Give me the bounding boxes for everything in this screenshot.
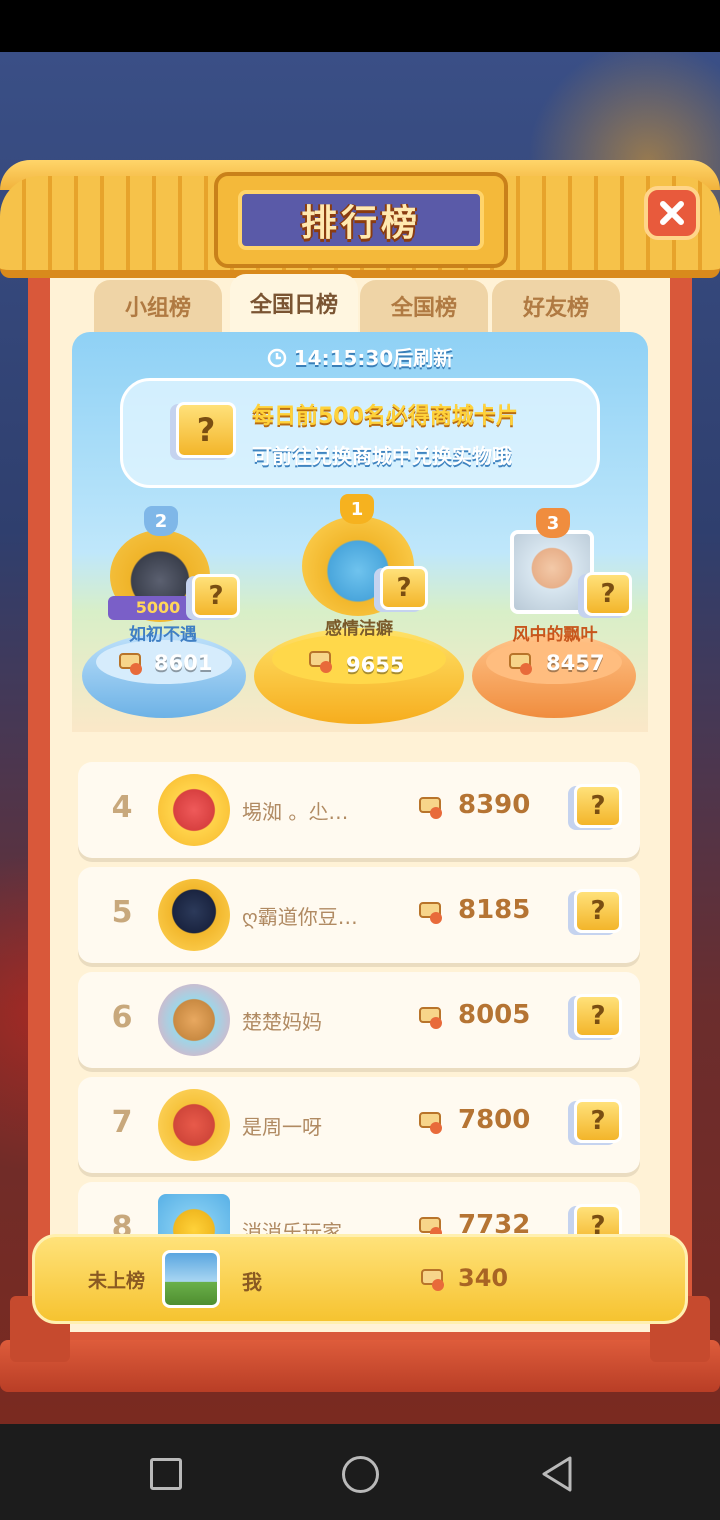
- tab-label: 全国榜: [390, 296, 457, 321]
- score-coin-icon: [419, 1007, 442, 1029]
- refresh-text: 14:15:30后刷新: [293, 346, 454, 370]
- card-symbol: ?: [600, 579, 616, 609]
- tab-national-daily[interactable]: 全国日榜: [230, 274, 358, 332]
- my-score: 340: [458, 1264, 509, 1292]
- row-score: 8390: [458, 790, 531, 820]
- table-row[interactable]: 4 埸洳 。尐… 8390 ?: [78, 762, 640, 858]
- score-coin-icon: [419, 797, 442, 819]
- row-name: 楚楚妈妈: [242, 1010, 322, 1034]
- card-symbol: ?: [590, 791, 606, 821]
- podium-score: 8457: [546, 651, 605, 675]
- title-plaque: 排行榜: [214, 172, 508, 268]
- row-name: 埸洳 。尐…: [242, 800, 349, 824]
- recent-apps-button[interactable]: [146, 1454, 186, 1494]
- score-coin-icon: [119, 653, 142, 675]
- avatar[interactable]: [158, 1089, 230, 1161]
- score-coin-icon: [309, 651, 332, 673]
- badge-text: 5000: [135, 598, 181, 617]
- score-coin-icon: [509, 653, 532, 675]
- row-score: 8185: [458, 895, 531, 925]
- mall-card-icon: ?: [574, 889, 622, 933]
- podium-rank: 3: [546, 512, 560, 534]
- mall-card-icon: ?: [176, 402, 236, 458]
- my-rank-status: 未上榜: [88, 1270, 146, 1292]
- back-button[interactable]: [538, 1454, 578, 1494]
- row-rank: 7: [111, 1105, 133, 1140]
- clock-icon: [267, 348, 287, 368]
- podium-name: 感情洁癖: [325, 619, 393, 639]
- card-symbol: ?: [590, 1106, 606, 1136]
- promo-line1: 每日前500名必得商城卡片: [252, 404, 518, 429]
- score-coin-icon: [419, 902, 442, 924]
- system-nav-bar: [0, 1424, 720, 1520]
- status-bar: [0, 0, 720, 52]
- score-coin-icon: [421, 1269, 444, 1291]
- close-icon: [660, 201, 684, 225]
- page-title: 排行榜: [300, 203, 421, 244]
- mall-card-icon: ?: [574, 784, 622, 828]
- podium-name: 风中的飘叶: [512, 625, 598, 645]
- avatar[interactable]: [158, 774, 230, 846]
- tab-label: 小组榜: [124, 296, 191, 321]
- row-score: 7800: [458, 1105, 531, 1135]
- mall-card-icon: ?: [574, 994, 622, 1038]
- card-symbol: ?: [590, 896, 606, 926]
- row-rank: 5: [111, 895, 133, 930]
- card-symbol: ?: [196, 411, 216, 449]
- row-rank: 4: [111, 790, 133, 825]
- avatar[interactable]: [158, 879, 230, 951]
- promo-line2: 可前往兑换商城中兑换实物哦: [252, 444, 512, 468]
- home-button[interactable]: [340, 1454, 380, 1494]
- mall-card-icon: ?: [192, 574, 240, 618]
- back-icon: [542, 1456, 572, 1492]
- podium-score: 9655: [346, 653, 405, 677]
- tab-group[interactable]: 小组榜: [94, 280, 222, 332]
- title-inner: 排行榜: [238, 190, 484, 250]
- row-name: 是周一呀: [242, 1115, 322, 1139]
- row-rank: 6: [111, 1000, 133, 1035]
- table-row[interactable]: 7 是周一呀 7800 ?: [78, 1077, 640, 1173]
- tab-friends[interactable]: 好友榜: [492, 280, 620, 332]
- mall-card-icon: ?: [574, 1099, 622, 1143]
- rank-badge-1: 1: [340, 494, 374, 524]
- avatar[interactable]: [158, 984, 230, 1056]
- mall-card-icon: ?: [380, 566, 428, 610]
- table-row[interactable]: 5 ღ霸道你豆… 8185 ?: [78, 867, 640, 963]
- tab-national[interactable]: 全国榜: [360, 280, 488, 332]
- refresh-timer: 14:15:30后刷新: [72, 342, 648, 371]
- podium-name: 如初不遇: [129, 625, 197, 645]
- tab-label: 全国日榜: [249, 293, 338, 318]
- podium-score: 8601: [154, 651, 213, 675]
- row-name: ღ霸道你豆…: [242, 905, 358, 929]
- row-score: 8005: [458, 1000, 531, 1030]
- podium-rank: 2: [154, 510, 168, 532]
- rank-badge-2: 2: [144, 506, 178, 536]
- my-name: 我: [242, 1270, 262, 1294]
- rank-badge-3: 3: [536, 508, 570, 538]
- panel-frame-bottom: [0, 1340, 720, 1392]
- table-row[interactable]: 6 楚楚妈妈 8005 ?: [78, 972, 640, 1068]
- mall-card-icon: ?: [584, 572, 632, 616]
- avatar[interactable]: [510, 530, 594, 614]
- tab-label: 好友榜: [522, 296, 589, 321]
- podium-rank: 1: [350, 498, 364, 520]
- card-symbol: ?: [396, 573, 412, 603]
- my-avatar[interactable]: [162, 1250, 220, 1308]
- score-coin-icon: [419, 1112, 442, 1134]
- close-button[interactable]: [644, 186, 700, 240]
- card-symbol: ?: [590, 1001, 606, 1031]
- card-symbol: ?: [208, 581, 224, 611]
